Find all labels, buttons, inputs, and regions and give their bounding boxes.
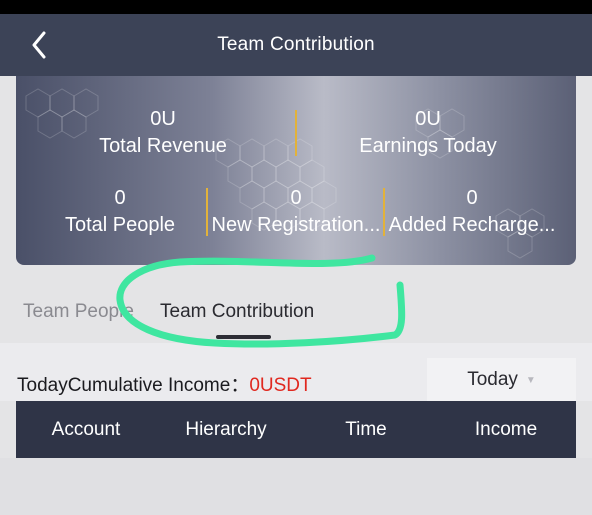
stat-label: New Registration... (211, 214, 381, 236)
tab-team-people[interactable]: Team People (23, 301, 134, 323)
stat-value: 0 (114, 187, 126, 209)
tab-team-contribution[interactable]: Team Contribution (160, 301, 314, 323)
cumulative-income: TodayCumulative Income：0USDT (17, 370, 312, 397)
active-tab-indicator (216, 335, 271, 339)
stat-label: Added Recharge... (388, 214, 556, 236)
stat-label: Earnings Today (359, 135, 497, 157)
stat-earnings-today: 0U Earnings Today (343, 106, 513, 160)
period-dropdown[interactable]: Today ▼ (427, 358, 576, 402)
chevron-left-icon (32, 31, 46, 59)
stat-label: Total People (64, 214, 176, 236)
stat-total-revenue: 0U Total Revenue (78, 106, 248, 160)
column-header-income: Income (474, 418, 538, 440)
table-body-empty (0, 458, 592, 515)
income-filter-row: TodayCumulative Income：0USDT Today ▼ (0, 343, 592, 402)
app-header: Team Contribution (0, 14, 592, 76)
period-selected-value: Today (467, 369, 518, 390)
table-header: Account Hierarchy Time Income (16, 401, 576, 458)
income-label: TodayCumulative Income： (17, 375, 250, 396)
column-header-hierarchy: Hierarchy (185, 418, 267, 440)
stat-value: 0 (466, 187, 478, 209)
income-value: 0USDT (249, 375, 312, 396)
column-header-time: Time (345, 418, 387, 440)
stat-label: Total Revenue (99, 135, 227, 157)
page-title: Team Contribution (217, 34, 375, 55)
stat-new-registration: 0 New Registration... (208, 185, 384, 239)
status-bar (0, 0, 592, 14)
tab-bar: Team People Team Contribution (0, 265, 592, 343)
stat-value: 0 (290, 187, 302, 209)
stat-total-people: 0 Total People (46, 185, 194, 239)
back-button[interactable] (22, 30, 56, 60)
column-header-account: Account (51, 418, 121, 440)
stats-card: 0U Total Revenue 0U Earnings Today 0 Tot… (16, 76, 576, 265)
caret-down-icon: ▼ (525, 374, 536, 386)
stat-value: 0U (150, 108, 176, 130)
stat-added-recharge: 0 Added Recharge... (384, 185, 560, 239)
divider (295, 110, 297, 156)
stat-value: 0U (415, 108, 441, 130)
